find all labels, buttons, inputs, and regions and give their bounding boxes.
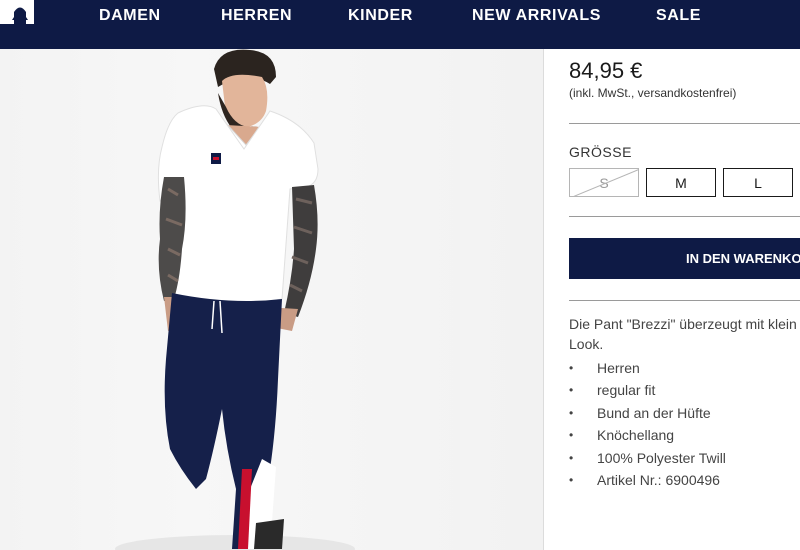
list-item: Herren [569,358,726,380]
description-line: Look. [569,336,604,352]
feature-list: Herren regular fit Bund an der Hüfte Knö… [569,358,726,492]
size-option-label: L [754,174,762,191]
list-item: regular fit [569,380,726,402]
size-option-m[interactable]: M [646,168,716,197]
add-to-cart-label: IN DEN WARENKORB [686,251,800,266]
nav-item-sale[interactable]: SALE [656,7,701,25]
size-option-label: M [675,174,687,191]
tax-note: (inkl. MwSt., versandkostenfrei) [569,86,737,100]
nav-item-new-arrivals[interactable]: NEW ARRIVALS [472,7,601,25]
nav-item-kinder[interactable]: KINDER [348,7,413,25]
list-item: 100% Polyester Twill [569,448,726,470]
top-navigation: DAMEN HERREN KINDER NEW ARRIVALS SALE [0,0,800,49]
divider [569,216,800,217]
list-item: Knöchellang [569,425,726,447]
list-item: Bund an der Hüfte [569,403,726,425]
product-image[interactable] [0,49,543,550]
divider [569,123,800,124]
description-line: Die Pant "Brezzi" überzeugt mit klein [569,316,797,332]
fila-logo[interactable] [0,0,40,30]
size-option-s[interactable]: S [569,168,639,197]
list-item: Artikel Nr.: 6900496 [569,470,726,492]
nav-item-herren[interactable]: HERREN [221,7,292,25]
add-to-cart-button[interactable]: IN DEN WARENKORB [569,238,800,279]
column-divider [543,49,544,550]
product-description: Die Pant "Brezzi" überzeugt mit klein Lo… [569,314,800,354]
size-option-l[interactable]: L [723,168,793,197]
product-price: 84,95 € [569,58,643,83]
size-label: GRÖSSE [569,144,632,160]
divider [569,300,800,301]
nav-item-damen[interactable]: DAMEN [99,7,161,25]
